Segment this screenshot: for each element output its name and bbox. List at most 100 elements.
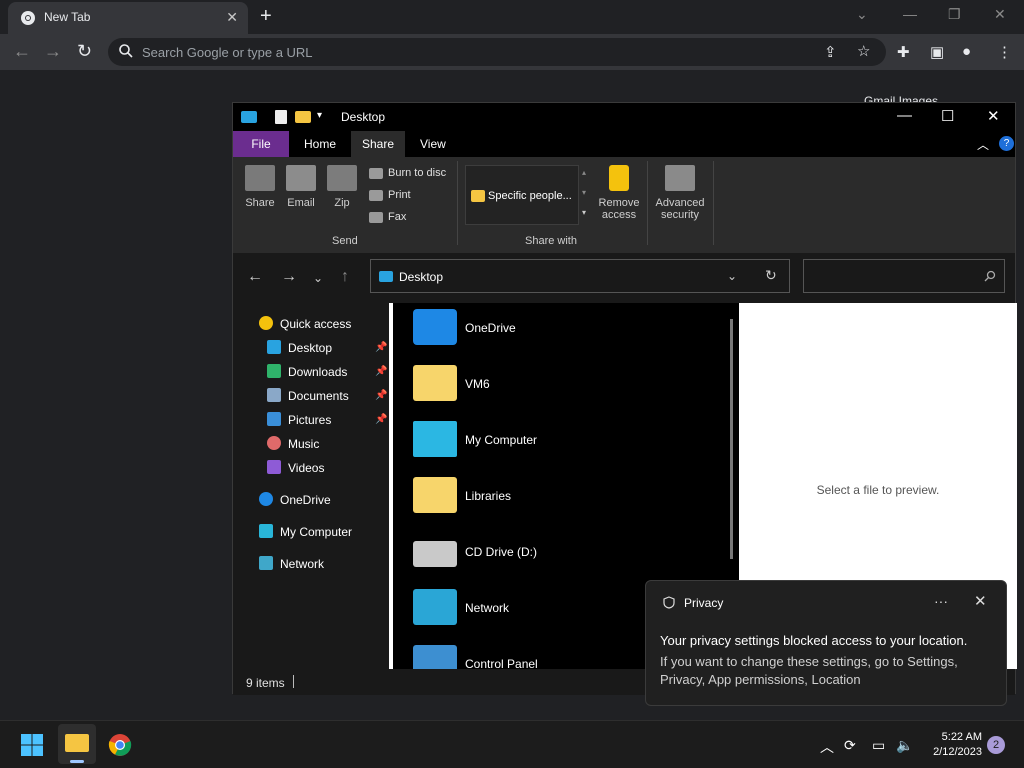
advanced-security-label: Advanced security xyxy=(655,197,705,221)
gallery-up-icon[interactable]: ▴ xyxy=(582,168,586,177)
notification-badge[interactable]: 2 xyxy=(987,736,1005,754)
nav-label: Pictures xyxy=(288,413,332,427)
tab-file[interactable]: File xyxy=(233,131,289,157)
back-icon[interactable]: ← xyxy=(247,268,263,286)
pin-icon[interactable]: 📌 xyxy=(375,366,387,377)
close-icon[interactable]: ✕ xyxy=(974,592,987,610)
specific-people-item[interactable]: Specific people... xyxy=(488,190,572,202)
nav-downloads[interactable]: Downloads xyxy=(267,364,347,379)
tab-search-icon[interactable]: ⌄ xyxy=(856,6,868,23)
remove-access-button[interactable]: Remove access xyxy=(595,165,643,221)
network-status-icon[interactable]: ▭ xyxy=(872,737,885,754)
omnibox[interactable]: Search Google or type a URL ⇪ ☆ xyxy=(108,38,886,66)
share-button[interactable]: Share xyxy=(238,165,282,209)
nav-quick-access[interactable]: Quick access xyxy=(259,316,351,331)
gallery-more-icon[interactable]: ▾ xyxy=(582,208,586,217)
chrome-tab-strip: New Tab ✕ + ⌄ — ❐ ✕ xyxy=(0,0,1024,34)
control-panel-icon xyxy=(413,645,457,669)
address-location: Desktop xyxy=(399,270,444,284)
forward-icon[interactable]: → xyxy=(281,268,297,286)
tab-new-tab[interactable]: New Tab ✕ xyxy=(8,2,248,34)
explorer-maximize-button[interactable]: ☐ xyxy=(941,107,954,125)
reload-button[interactable]: ↻ xyxy=(77,41,92,62)
file-item-vm6[interactable]: VM6 xyxy=(413,361,713,409)
tab-home[interactable]: Home xyxy=(293,131,347,157)
tab-title: New Tab xyxy=(44,10,91,24)
nav-label: Videos xyxy=(288,461,325,475)
explorer-minimize-button[interactable]: — xyxy=(897,107,912,124)
nav-my-computer[interactable]: My Computer xyxy=(259,524,352,539)
recent-locations-icon[interactable]: ⌄ xyxy=(313,271,323,285)
email-button[interactable]: Email xyxy=(279,165,323,209)
file-item-cd-drive[interactable]: CD Drive (D:) xyxy=(413,529,713,577)
address-bar[interactable]: Desktop ⌄ ↻ xyxy=(370,259,790,293)
pin-icon[interactable]: 📌 xyxy=(375,414,387,425)
file-item-onedrive[interactable]: OneDrive xyxy=(413,305,713,353)
nav-documents[interactable]: Documents xyxy=(267,388,349,403)
clock[interactable]: 5:22 AM 2/12/2023 xyxy=(920,730,982,760)
close-window-button[interactable]: ✕ xyxy=(994,6,1006,23)
refresh-icon[interactable]: ↻ xyxy=(765,267,777,284)
volume-icon[interactable]: 🔈 xyxy=(896,737,913,754)
pin-icon[interactable]: 📌 xyxy=(375,390,387,401)
cloud-icon xyxy=(259,492,273,506)
onedrive-folder-icon xyxy=(413,309,457,345)
quick-access-dropdown-icon[interactable]: ▾ xyxy=(317,110,322,121)
pin-icon[interactable]: 📌 xyxy=(375,342,387,353)
close-tab-icon[interactable]: ✕ xyxy=(226,9,238,26)
profile-icon[interactable]: ● xyxy=(962,43,971,60)
tab-share[interactable]: Share xyxy=(351,131,406,157)
show-hidden-icons[interactable]: ︿ xyxy=(820,737,834,757)
new-tab-button[interactable]: + xyxy=(260,5,272,28)
forward-button[interactable]: → xyxy=(44,41,62,62)
new-folder-icon[interactable] xyxy=(295,111,311,123)
chrome-icon[interactable] xyxy=(108,733,132,757)
extensions-icon[interactable]: ✚ xyxy=(897,43,910,61)
computer-icon xyxy=(259,524,273,538)
minimize-button[interactable]: — xyxy=(903,6,917,22)
nav-network[interactable]: Network xyxy=(259,556,324,571)
help-icon[interactable]: ? xyxy=(999,136,1014,151)
share-with-gallery[interactable]: Specific people... ▴ ▾ ▾ xyxy=(465,165,586,225)
zip-icon xyxy=(327,165,357,191)
advanced-security-button[interactable]: Advanced security xyxy=(653,165,707,221)
nav-desktop[interactable]: Desktop xyxy=(267,340,332,355)
file-item-my-computer[interactable]: My Computer xyxy=(413,417,713,465)
file-item-libraries[interactable]: Libraries xyxy=(413,473,713,521)
side-panel-icon[interactable]: ▣ xyxy=(930,43,944,61)
notification-title: Privacy xyxy=(684,596,724,610)
start-icon[interactable] xyxy=(20,733,44,757)
nav-pictures[interactable]: Pictures xyxy=(267,412,331,427)
file-explorer-taskbar-button[interactable] xyxy=(58,724,96,764)
up-icon[interactable]: ↑ xyxy=(341,268,349,286)
address-dropdown-icon[interactable]: ⌄ xyxy=(727,269,737,283)
taskbar: ︿ ⟳ ▭ 🔈 5:22 AM 2/12/2023 2 xyxy=(0,720,1024,768)
menu-icon[interactable]: ⋮ xyxy=(997,43,1012,61)
explorer-close-button[interactable]: ✕ xyxy=(987,107,1000,125)
fax-button[interactable]: Fax xyxy=(369,211,406,223)
bookmark-star-icon[interactable]: ☆ xyxy=(857,42,870,60)
remove-access-label: Remove access xyxy=(598,197,640,221)
burn-to-disc-button[interactable]: Burn to disc xyxy=(369,167,446,179)
preview-placeholder: Select a file to preview. xyxy=(816,483,940,497)
file-name: Libraries xyxy=(465,489,512,503)
share-icon[interactable]: ⇪ xyxy=(824,43,837,61)
zip-button[interactable]: Zip xyxy=(320,165,364,209)
scrollbar[interactable] xyxy=(730,319,733,559)
sync-icon[interactable]: ⟳ xyxy=(844,737,856,754)
properties-icon[interactable] xyxy=(275,110,287,124)
nav-onedrive[interactable]: OneDrive xyxy=(259,492,331,507)
print-button[interactable]: Print xyxy=(369,189,411,201)
share-with-group-label: Share with xyxy=(525,235,577,247)
search-input[interactable] xyxy=(803,259,1005,293)
gallery-down-icon[interactable]: ▾ xyxy=(582,188,586,197)
more-options-icon[interactable]: ··· xyxy=(934,593,948,609)
tab-view[interactable]: View xyxy=(409,131,457,157)
nav-music[interactable]: Music xyxy=(267,436,319,451)
nav-label: Desktop xyxy=(288,341,333,355)
collapse-ribbon-icon[interactable]: ︿ xyxy=(977,136,989,153)
privacy-notification[interactable]: Privacy ··· ✕ Your privacy settings bloc… xyxy=(645,580,1007,706)
nav-videos[interactable]: Videos xyxy=(267,460,324,475)
maximize-button[interactable]: ❐ xyxy=(948,6,961,23)
back-button[interactable]: ← xyxy=(13,41,31,62)
